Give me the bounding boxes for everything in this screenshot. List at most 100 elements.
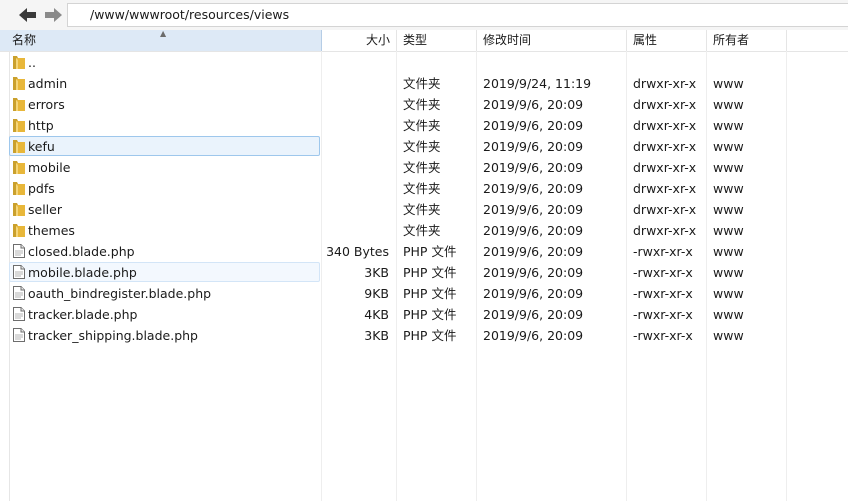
folder-icon: [12, 54, 26, 70]
arrow-right-icon: [45, 8, 62, 22]
file-permissions: drwxr-xr-x: [633, 118, 697, 133]
file-permissions: drwxr-xr-x: [633, 139, 697, 154]
file-type: 文件夹: [403, 181, 441, 196]
file-type: 文件夹: [403, 160, 441, 175]
file-permissions: -rwxr-xr-x: [633, 286, 693, 301]
file-type: PHP 文件: [403, 328, 457, 343]
file-permissions: -rwxr-xr-x: [633, 328, 693, 343]
file-owner: www: [713, 307, 744, 322]
folder-icon: [12, 180, 26, 196]
file-type: 文件夹: [403, 76, 441, 91]
php-file-icon: [12, 264, 26, 280]
file-type: 文件夹: [403, 202, 441, 217]
file-modified: 2019/9/6, 20:09: [483, 223, 584, 238]
file-modified: 2019/9/6, 20:09: [483, 181, 584, 196]
folder-icon: [12, 138, 26, 154]
file-size: [322, 115, 389, 136]
file-owner: www: [713, 328, 744, 343]
file-modified: 2019/9/6, 20:09: [483, 286, 584, 301]
file-modified: 2019/9/6, 20:09: [483, 160, 584, 175]
file-row[interactable]: themes 文件夹 2019/9/6, 20:09 drwxr-xr-x www: [0, 220, 848, 241]
file-owner: www: [713, 97, 744, 112]
file-row[interactable]: ..: [0, 52, 848, 73]
file-owner: www: [713, 223, 744, 238]
file-modified: 2019/9/6, 20:09: [483, 265, 584, 280]
file-row[interactable]: mobile 文件夹 2019/9/6, 20:09 drwxr-xr-x www: [0, 157, 848, 178]
back-button[interactable]: [18, 6, 38, 24]
column-header-permissions[interactable]: 属性: [627, 30, 707, 51]
file-size: 3KB: [364, 265, 389, 280]
file-list: .. admin 文件夹 2019/9/24, 11:19 drwxr-xr-x www e…: [0, 52, 848, 346]
file-size: [322, 94, 389, 115]
file-owner: www: [713, 202, 744, 217]
file-row[interactable]: admin 文件夹 2019/9/24, 11:19 drwxr-xr-x www: [0, 73, 848, 94]
file-size: [322, 220, 389, 241]
column-header-owner[interactable]: 所有者: [707, 30, 787, 51]
file-type: PHP 文件: [403, 307, 457, 322]
forward-button[interactable]: [43, 6, 63, 24]
php-file-icon: [12, 243, 26, 259]
file-row[interactable]: tracker_shipping.blade.php 3KB PHP 文件 2019/…: [0, 325, 848, 346]
file-name: tracker.blade.php: [28, 307, 138, 322]
column-header-type[interactable]: 类型: [397, 30, 477, 51]
file-owner: www: [713, 160, 744, 175]
path-input[interactable]: /www/wwwroot/resources/views: [67, 3, 848, 27]
file-type: 文件夹: [403, 97, 441, 112]
file-type: PHP 文件: [403, 265, 457, 280]
file-name: oauth_bindregister.blade.php: [28, 286, 212, 301]
file-row[interactable]: closed.blade.php 340 Bytes PHP 文件 2019/9/6,…: [0, 241, 848, 262]
folder-icon: [12, 117, 26, 133]
file-permissions: drwxr-xr-x: [633, 223, 697, 238]
file-size: [322, 52, 389, 73]
file-row[interactable]: seller 文件夹 2019/9/6, 20:09 drwxr-xr-x www: [0, 199, 848, 220]
column-header-name-label: 名称: [12, 33, 37, 47]
arrow-left-icon: [19, 8, 36, 22]
file-size: 9KB: [364, 286, 389, 301]
file-permissions: drwxr-xr-x: [633, 76, 697, 91]
file-row[interactable]: errors 文件夹 2019/9/6, 20:09 drwxr-xr-x www: [0, 94, 848, 115]
toolbar: /www/wwwroot/resources/views: [0, 0, 848, 31]
file-permissions: -rwxr-xr-x: [633, 244, 693, 259]
file-permissions: -rwxr-xr-x: [633, 265, 693, 280]
column-header-modified[interactable]: 修改时间: [477, 30, 627, 51]
folder-icon: [12, 75, 26, 91]
file-type: 文件夹: [403, 223, 441, 238]
file-permissions: -rwxr-xr-x: [633, 307, 693, 322]
file-size: 4KB: [364, 307, 389, 322]
column-header-row: 名称 ▲ 大小 类型 修改时间 属性 所有者: [0, 30, 848, 52]
file-owner: www: [713, 244, 744, 259]
file-modified: 2019/9/24, 11:19: [483, 76, 592, 91]
file-row[interactable]: http 文件夹 2019/9/6, 20:09 drwxr-xr-x www: [0, 115, 848, 136]
file-row[interactable]: tracker.blade.php 4KB PHP 文件 2019/9/6, 20:0…: [0, 304, 848, 325]
column-header-name[interactable]: 名称 ▲: [0, 30, 322, 51]
file-row[interactable]: oauth_bindregister.blade.php 9KB PHP 文件 201…: [0, 283, 848, 304]
file-modified: 2019/9/6, 20:09: [483, 328, 584, 343]
file-modified: 2019/9/6, 20:09: [483, 307, 584, 322]
file-modified: 2019/9/6, 20:09: [483, 97, 584, 112]
file-row[interactable]: mobile.blade.php 3KB PHP 文件 2019/9/6, 20:09…: [0, 262, 848, 283]
file-size: [322, 157, 389, 178]
sort-ascending-icon: ▲: [160, 30, 167, 38]
file-row[interactable]: kefu 文件夹 2019/9/6, 20:09 drwxr-xr-x www: [0, 136, 848, 157]
file-owner: www: [713, 76, 744, 91]
file-type: 文件夹: [403, 139, 441, 154]
file-owner: www: [713, 118, 744, 133]
folder-icon: [12, 96, 26, 112]
file-type: 文件夹: [403, 118, 441, 133]
file-name: tracker_shipping.blade.php: [28, 328, 198, 343]
file-name: pdfs: [28, 181, 55, 196]
file-row[interactable]: pdfs 文件夹 2019/9/6, 20:09 drwxr-xr-x www: [0, 178, 848, 199]
file-permissions: drwxr-xr-x: [633, 202, 697, 217]
file-type: PHP 文件: [403, 286, 457, 301]
column-header-size[interactable]: 大小: [322, 30, 397, 51]
file-owner: www: [713, 286, 744, 301]
folder-icon: [12, 159, 26, 175]
file-name: http: [28, 118, 54, 133]
php-file-icon: [12, 306, 26, 322]
file-size: [322, 136, 389, 157]
file-modified: 2019/9/6, 20:09: [483, 139, 584, 154]
file-owner: www: [713, 265, 744, 280]
php-file-icon: [12, 327, 26, 343]
file-type: PHP 文件: [403, 244, 457, 259]
file-owner: www: [713, 139, 744, 154]
